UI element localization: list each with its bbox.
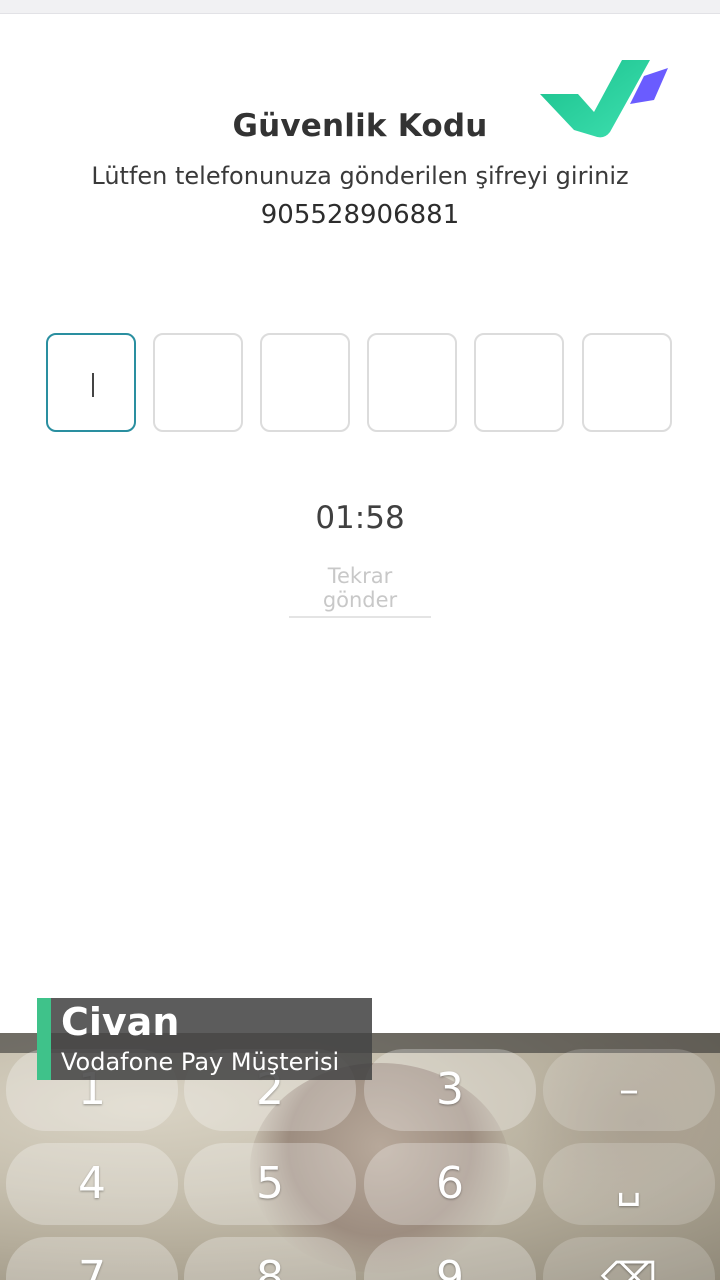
otp-digit-input[interactable]	[46, 333, 136, 432]
otp-digit-input[interactable]	[582, 333, 672, 432]
otp-input-group	[46, 333, 676, 435]
phone-number: 905528906881	[260, 200, 460, 230]
video-caption: Civan Vodafone Pay Müşterisi	[37, 998, 372, 1080]
key-5[interactable]: 5	[184, 1143, 356, 1225]
key-minus[interactable]: –	[543, 1049, 715, 1131]
key-backspace[interactable]: ⌫	[543, 1237, 715, 1280]
key-space[interactable]: ␣	[543, 1143, 715, 1225]
caption-role: Vodafone Pay Müşterisi	[61, 1048, 340, 1076]
key-9[interactable]: 9	[364, 1237, 536, 1280]
instruction-text: Lütfen telefonunuza gönderilen şifreyi g…	[91, 162, 629, 190]
otp-digit-input[interactable]	[474, 333, 564, 432]
countdown-timer: 01:58	[315, 500, 405, 536]
otp-digit-input[interactable]	[367, 333, 457, 432]
key-3[interactable]: 3	[364, 1049, 536, 1131]
page-title: Güvenlik Kodu	[232, 108, 488, 144]
text-cursor	[92, 373, 94, 397]
resend-code-link[interactable]: Tekrar gönder	[289, 564, 431, 618]
key-8[interactable]: 8	[184, 1237, 356, 1280]
key-7[interactable]: 7	[6, 1237, 178, 1280]
caption-accent-bar	[37, 998, 51, 1080]
otp-digit-input[interactable]	[260, 333, 350, 432]
key-4[interactable]: 4	[6, 1143, 178, 1225]
status-bar	[0, 0, 720, 14]
otp-digit-input[interactable]	[153, 333, 243, 432]
key-6[interactable]: 6	[364, 1143, 536, 1225]
caption-name: Civan	[61, 1000, 180, 1044]
